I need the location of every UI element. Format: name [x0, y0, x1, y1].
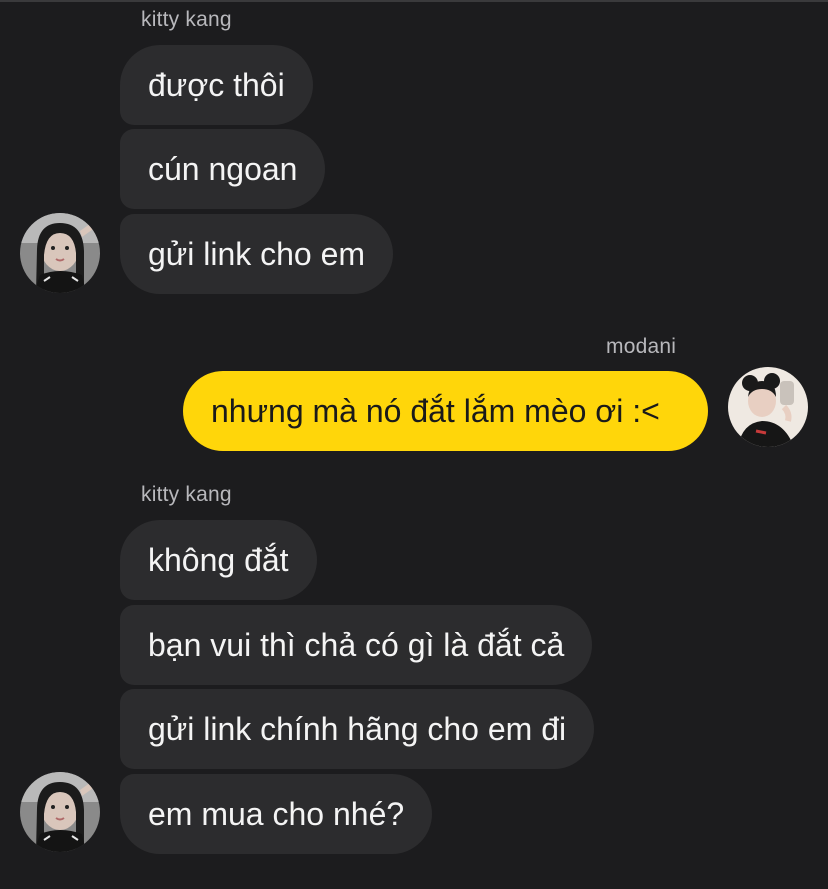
- avatar-photo-icon: [20, 213, 100, 293]
- message-bubble-incoming[interactable]: gửi link cho em: [120, 214, 394, 294]
- sender-name-modani: modani: [606, 335, 677, 358]
- message-bubble-incoming[interactable]: không đắt: [120, 520, 317, 600]
- message-bubble-incoming[interactable]: em mua cho nhé?: [120, 774, 433, 854]
- message-bubble-incoming[interactable]: cún ngoan: [120, 129, 326, 209]
- message-bubble-incoming[interactable]: gửi link chính hãng cho em đi: [120, 689, 595, 769]
- kitty-kang-avatar[interactable]: [20, 772, 100, 852]
- message-bubble-incoming[interactable]: được thôi: [120, 45, 313, 125]
- message-bubble-outgoing[interactable]: nhưng mà nó đắt lắm mèo ơi :<: [183, 371, 708, 451]
- avatar-photo-icon: [20, 772, 100, 852]
- avatar-photo-icon: [728, 367, 808, 447]
- message-bubble-incoming[interactable]: bạn vui thì chả có gì là đắt cả: [120, 605, 593, 685]
- modani-avatar[interactable]: [728, 367, 808, 447]
- sender-name-kitty-kang: kitty kang: [141, 483, 232, 506]
- top-divider: [0, 0, 828, 2]
- sender-name-kitty-kang: kitty kang: [141, 8, 232, 31]
- kitty-kang-avatar[interactable]: [20, 213, 100, 293]
